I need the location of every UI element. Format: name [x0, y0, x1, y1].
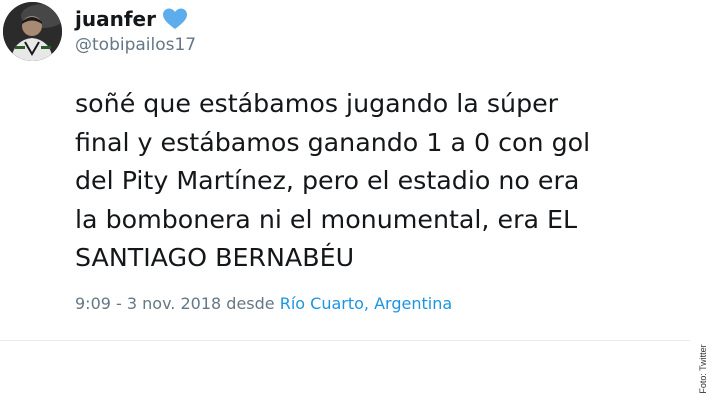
tweet-metadata: 9:09 - 3 nov. 2018 desde Río Cuarto, Arg… [75, 293, 452, 315]
tweet-text-line: soñé que estábamos jugando la súper [75, 89, 559, 118]
avatar[interactable] [3, 2, 62, 61]
tweet-card: juanfer @tobipailos17 soñé que estábamos… [0, 0, 713, 405]
tweet-text-line: la bombonera ni el monumental, era EL [75, 204, 578, 234]
location-prefix: desde [226, 294, 275, 313]
author-row: juanfer [75, 6, 188, 32]
tweet-timestamp[interactable]: 9:09 - 3 nov. 2018 [75, 294, 221, 313]
photo-credit-text: Foto: Twitter [698, 344, 708, 394]
tweet-text-line: del Pity Martínez, pero el estadio no er… [75, 166, 580, 195]
user-avatar-image [3, 2, 62, 61]
photo-credit: Foto: Twitter [697, 337, 709, 401]
tweet-text-line: SANTIAGO BERNABÉU [75, 243, 355, 272]
tweet-text: soñé que estábamos jugando la súper fina… [75, 85, 705, 278]
display-name[interactable]: juanfer [75, 6, 156, 32]
blue-heart-icon [162, 7, 188, 31]
user-handle[interactable]: @tobipailos17 [75, 34, 196, 56]
tweet-location-link[interactable]: Río Cuarto, Argentina [280, 294, 452, 313]
divider [0, 340, 690, 341]
tweet-text-line: final y estábamos ganando 1 a 0 con gol [75, 127, 591, 157]
